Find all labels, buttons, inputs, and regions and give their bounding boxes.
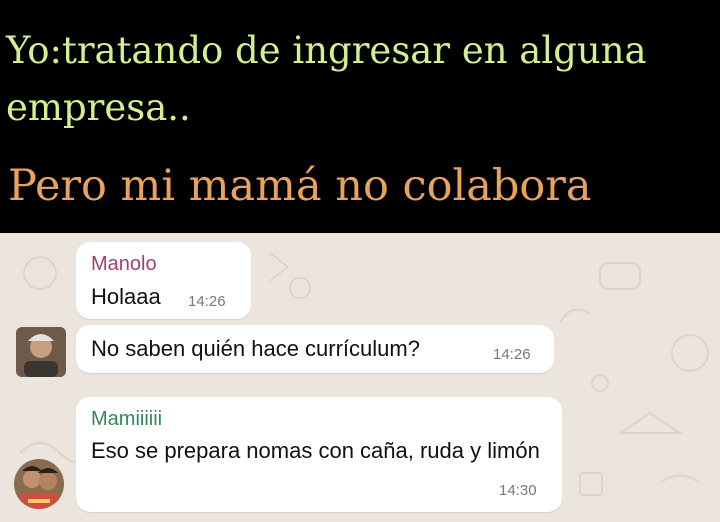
message-bubble[interactable]: Mamiiiiii Eso se prepara nomas con caña,… [76,397,562,512]
message-bubble[interactable]: Manolo Holaaa 14:26 [76,242,251,319]
message-text: Eso se prepara nomas con caña, ruda y li… [91,438,540,463]
message-time: 14:26 [493,346,531,363]
message-time: 14:26 [188,293,226,310]
sender-name: Manolo [91,253,157,275]
message-text: Holaaa [91,284,161,309]
avatar[interactable] [14,459,64,509]
meme-caption: Yo:tratando de ingresar en alguna empres… [6,29,647,129]
chat-window: Manolo Holaaa 14:26 No saben quién hace … [0,233,720,522]
meme-headline: Pero mi mamá no colabora [8,161,592,211]
message-bubble[interactable]: No saben quién hace currículum? 14:26 [76,325,554,373]
sender-name: Mamiiiiii [91,408,163,430]
meme-caption-area: Yo:tratando de ingresar en alguna empres… [0,0,720,233]
avatar[interactable] [16,327,66,377]
message-time: 14:30 [499,482,537,499]
message-text: No saben quién hace currículum? [91,336,420,361]
